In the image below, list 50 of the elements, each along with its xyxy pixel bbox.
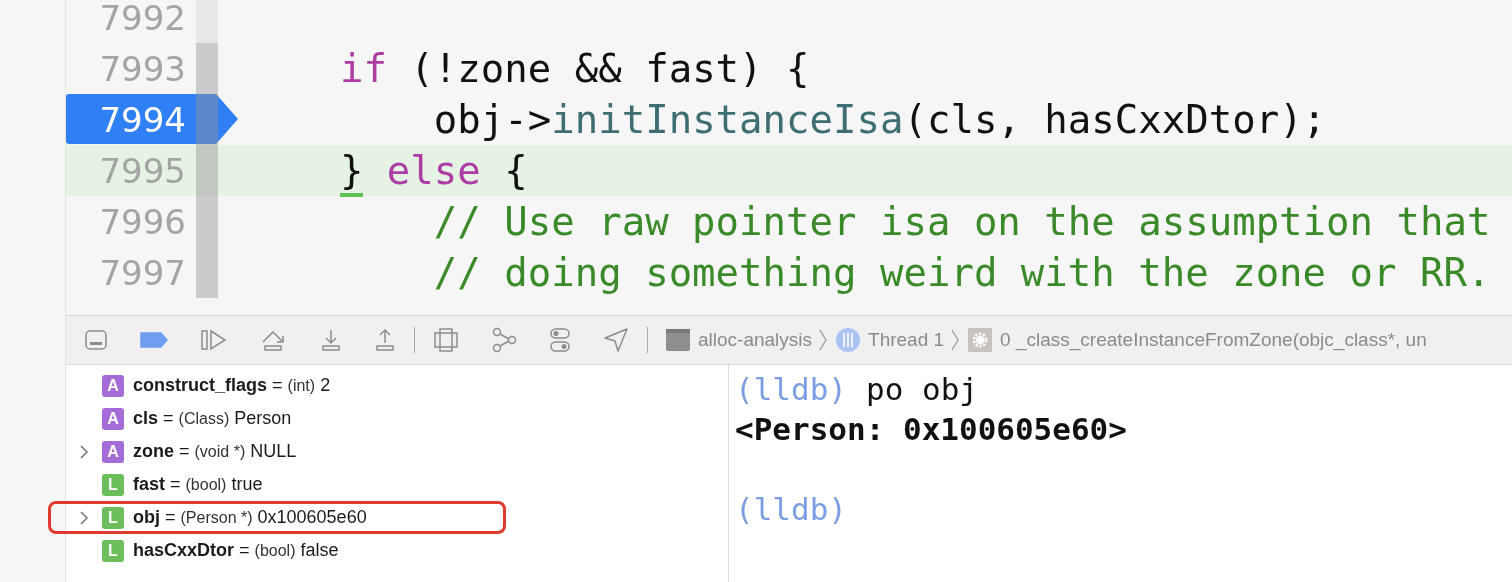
line-number: 7996: [99, 201, 186, 242]
fold-ribbon-segment: [196, 43, 218, 94]
variable-entry[interactable]: construct_flags = (int) 2: [133, 375, 331, 396]
breakpoint-toggle-icon[interactable]: [140, 330, 168, 350]
step-into-icon[interactable]: [320, 328, 342, 352]
line-number: 7993: [99, 48, 186, 89]
variable-entry[interactable]: zone = (void *) NULL: [133, 441, 297, 462]
disclosure-icon[interactable]: [79, 443, 89, 460]
code-line: if (!zone && fast) {: [338, 45, 810, 93]
memory-graph-icon[interactable]: [491, 327, 517, 353]
variable-entry[interactable]: hasCxxDtor = (bool) false: [133, 540, 339, 561]
panel-toggle-icon[interactable]: [84, 328, 108, 352]
line-number: 7997: [99, 252, 186, 293]
variable-entry[interactable]: cls = (Class) Person: [133, 408, 292, 429]
fold-ribbon-segment: [196, 196, 218, 247]
continue-icon[interactable]: [200, 329, 228, 351]
variable-kind-badge: A: [102, 407, 124, 430]
gear-icon: [968, 328, 993, 352]
variable-kind-badge: L: [102, 539, 124, 562]
fold-ribbon-segment: [196, 94, 218, 145]
code-line: // Use raw pointer isa on the assumption that: [432, 198, 1491, 246]
fold-ribbon-segment: [196, 0, 218, 43]
variable-kind-badge: L: [102, 506, 124, 529]
code-line: obj->initInstanceIsa(cls, hasCxxDtor);: [432, 96, 1327, 144]
breakpoint-marker[interactable]: [66, 94, 238, 144]
variable-kind-badge: A: [102, 374, 124, 397]
line-number: 7995: [99, 150, 186, 191]
fold-ribbon-segment: [196, 145, 218, 196]
disclosure-icon[interactable]: [79, 509, 89, 526]
console-command: po obj: [866, 371, 978, 407]
code-line: } else {: [218, 145, 528, 196]
console-prompt: (lldb): [735, 371, 847, 407]
location-arrow-icon[interactable]: [603, 327, 629, 353]
chevron-icon: [950, 329, 961, 351]
variable-entry[interactable]: fast = (bool) true: [133, 474, 263, 495]
variable-entry[interactable]: obj = (Person *) 0x100605e60: [133, 507, 367, 528]
fold-ribbon-segment: [196, 247, 218, 298]
view-hierarchy-icon[interactable]: [433, 327, 459, 353]
variable-kind-badge: A: [102, 440, 124, 463]
line-number: 7992: [99, 0, 186, 38]
chevron-icon: [818, 329, 829, 351]
step-out-icon[interactable]: [374, 328, 396, 352]
console-prompt: (lldb): [735, 491, 847, 527]
code-line: // doing something weird with the zone or RR.: [432, 249, 1491, 297]
toggles-icon[interactable]: [549, 327, 571, 353]
variable-kind-badge: L: [102, 473, 124, 496]
console-output: <Person: 0x100605e60>: [735, 411, 1127, 447]
thread-icon: [836, 328, 861, 352]
line-number: 7994: [99, 99, 186, 140]
app-icon: [666, 329, 690, 351]
